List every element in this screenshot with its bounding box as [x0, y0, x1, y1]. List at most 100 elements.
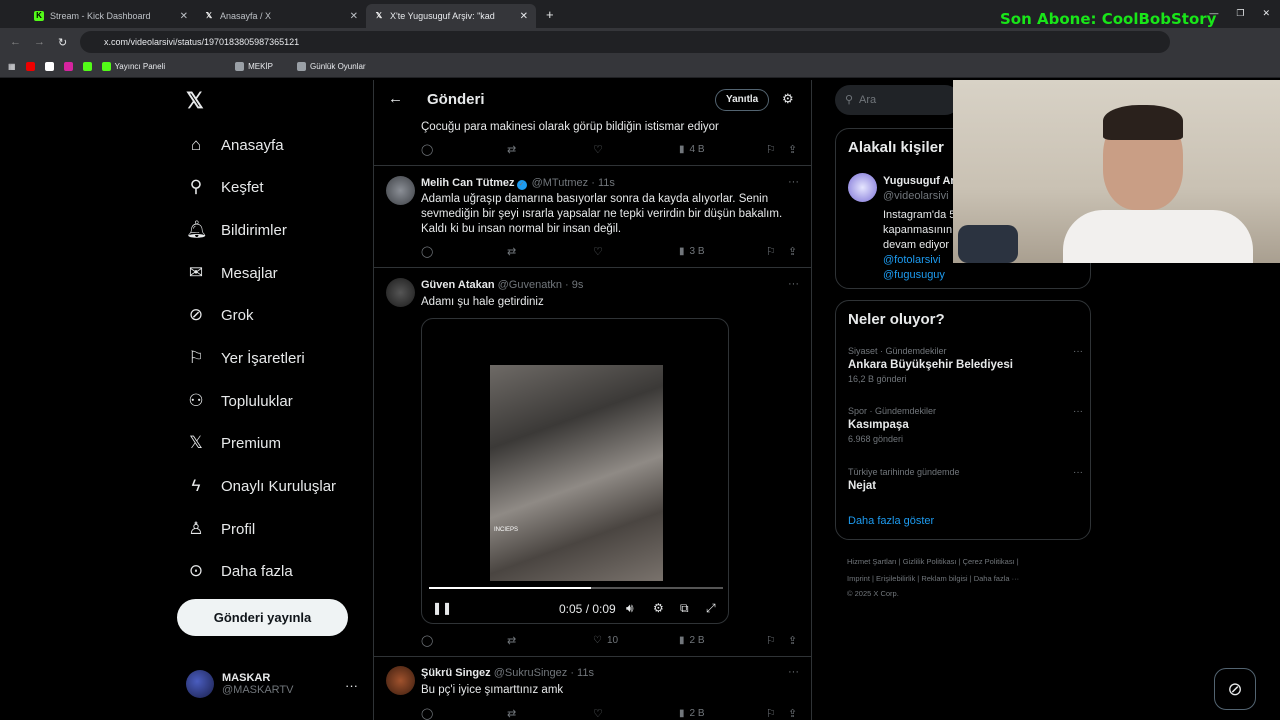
- views-stat[interactable]: ▮ 3 B: [679, 246, 705, 257]
- more-dots-icon[interactable]: ···: [788, 666, 799, 678]
- bookmark-gunluk-oyunlar[interactable]: Günlük Oyunlar: [297, 62, 366, 71]
- bookmark-instagram[interactable]: [63, 62, 73, 71]
- close-icon[interactable]: ✕: [350, 11, 358, 22]
- retweet-icon[interactable]: ⇄: [507, 143, 516, 156]
- views-stat[interactable]: ▮ 4 B: [679, 144, 705, 155]
- footer-links[interactable]: Imprint | Erişilebilirlik | Reklam bilgi…: [847, 574, 1019, 583]
- close-window-icon[interactable]: ✕: [1262, 8, 1270, 19]
- video-player[interactable]: INCIEPS ❚❚ 0:05 / 0:09 🔊︎ ⚙ ⧉ ⤢: [421, 318, 729, 624]
- bookmark-yayinci-paneli[interactable]: Yayıncı Paneli: [101, 62, 165, 71]
- pip-icon[interactable]: ⧉: [680, 601, 689, 616]
- x-logo-icon[interactable]: 𝕏: [186, 88, 204, 114]
- browser-tab-kick[interactable]: K Stream - Kick Dashboard ✕: [26, 4, 196, 28]
- more-dots-icon[interactable]: ···: [788, 278, 799, 290]
- new-tab-icon[interactable]: +: [546, 7, 554, 22]
- reply-icon[interactable]: ◯: [421, 634, 433, 647]
- browser-tab-x-home[interactable]: 𝕏 Anasayfa / X ✕: [196, 4, 366, 28]
- avatar[interactable]: [386, 278, 415, 307]
- bookmark-icon[interactable]: ⚐: [766, 245, 776, 258]
- nav-item-grok[interactable]: ⊘ Grok: [186, 300, 254, 330]
- nav-label: Bildirimler: [221, 221, 287, 239]
- nav-item-premium[interactable]: 𝕏 Premium: [186, 428, 281, 458]
- avatar[interactable]: [386, 176, 415, 205]
- nav-item-messages[interactable]: ✉ Mesajlar: [186, 258, 278, 288]
- like-stat[interactable]: ♡ 10: [593, 635, 618, 646]
- nav-item-bookmarks[interactable]: ⚐ Yer İşaretleri: [186, 343, 304, 373]
- browser-tab-active[interactable]: 𝕏 X'te Yugusuguf Arşiv: "kad ✕: [366, 4, 536, 28]
- more-dots-icon[interactable]: ···: [1073, 346, 1083, 357]
- bookmark-youtube[interactable]: [25, 62, 35, 71]
- url-field[interactable]: x.com/videolarsivi/status/19701838059873…: [80, 31, 1170, 53]
- bookmark-mekip[interactable]: MEKİP: [235, 62, 273, 71]
- views-stat[interactable]: ▮ 2 B: [679, 708, 705, 719]
- show-more-link[interactable]: Daha fazla göster: [848, 515, 934, 527]
- more-dots-icon[interactable]: ···: [1073, 406, 1083, 417]
- like-icon[interactable]: ♡: [593, 707, 603, 720]
- bio-link[interactable]: @fotolarsivi: [883, 253, 955, 268]
- filter-icon[interactable]: ⚙: [782, 91, 794, 107]
- pause-icon[interactable]: ❚❚: [432, 601, 452, 615]
- nav-item-notifications[interactable]: 🔔︎ Bildirimler: [186, 215, 287, 245]
- author-name[interactable]: Güven Atakan: [421, 279, 495, 291]
- share-icon[interactable]: ⇪: [788, 143, 797, 156]
- trend-item[interactable]: Spor · Gündemdekiler Kasımpaşa 6.968 gön…: [848, 406, 1083, 444]
- related-name[interactable]: Yugusuguf Ar: [883, 175, 955, 187]
- reply-icon[interactable]: ◯: [421, 245, 433, 258]
- share-icon[interactable]: ⇪: [788, 634, 797, 647]
- bookmark-kick[interactable]: [82, 62, 92, 71]
- footer-links[interactable]: Hizmet Şartları | Gizlilik Politikası | …: [847, 557, 1019, 566]
- maximize-icon[interactable]: ❐: [1236, 8, 1244, 19]
- post-button[interactable]: Gönderi yayınla: [177, 599, 348, 636]
- retweet-icon[interactable]: ⇄: [507, 245, 516, 258]
- grok-fab-button[interactable]: ⊘: [1214, 668, 1256, 710]
- like-icon[interactable]: ♡: [593, 245, 603, 258]
- trend-item[interactable]: Siyaset · Gündemdekiler Ankara Büyükşehi…: [848, 346, 1083, 384]
- reload-icon[interactable]: ↻: [58, 36, 67, 49]
- tweet[interactable]: Melih Can Tütmez ✓ @MTutmez · 11s ··· Ada…: [374, 166, 811, 268]
- author-name[interactable]: Melih Can Tütmez: [421, 177, 515, 189]
- retweet-icon[interactable]: ⇄: [507, 634, 516, 647]
- bio-link[interactable]: @fugusuguy: [883, 268, 955, 283]
- account-switcher[interactable]: MASKAR @MASKARTV: [186, 670, 293, 698]
- bookmark-icon[interactable]: ⚐: [766, 707, 776, 720]
- avatar[interactable]: [848, 173, 877, 202]
- reply-icon[interactable]: ◯: [421, 707, 433, 720]
- more-dots-icon[interactable]: ···: [345, 678, 358, 693]
- share-icon[interactable]: ⇪: [788, 245, 797, 258]
- more-dots-icon[interactable]: ···: [1073, 467, 1083, 478]
- tweet[interactable]: Güven Atakan @Guvenatkn · 9s ··· Adamı ş…: [374, 268, 811, 657]
- volume-icon[interactable]: 🔊︎: [626, 601, 634, 616]
- back-nav-icon[interactable]: ←: [10, 36, 21, 48]
- search-input[interactable]: ⚲ Ara: [835, 85, 960, 115]
- close-icon[interactable]: ✕: [520, 11, 528, 22]
- video-progress-bar[interactable]: [429, 587, 723, 589]
- forward-nav-icon[interactable]: →: [34, 36, 45, 48]
- author-name[interactable]: Şükrü Singez: [421, 667, 491, 679]
- views-stat[interactable]: ▮ 2 B: [679, 635, 705, 646]
- tweet[interactable]: Şükrü Singez @SukruSingez · 11s ··· Bu p…: [374, 657, 811, 720]
- back-arrow-icon[interactable]: ←: [388, 90, 403, 107]
- nav-item-communities[interactable]: ⚇ Topluluklar: [186, 386, 292, 416]
- nav-item-verified-orgs[interactable]: ϟ Onaylı Kuruluşlar: [186, 471, 337, 501]
- more-dots-icon[interactable]: ···: [788, 176, 799, 188]
- avatar[interactable]: [386, 666, 415, 695]
- reply-button[interactable]: Yanıtla: [715, 89, 770, 111]
- minimize-icon[interactable]: —: [1209, 8, 1218, 19]
- video-frame[interactable]: [490, 365, 663, 581]
- fullscreen-icon[interactable]: ⤢: [706, 601, 716, 616]
- close-icon[interactable]: ✕: [180, 11, 188, 22]
- nav-item-home[interactable]: ⌂ Anasayfa: [186, 130, 284, 160]
- nav-item-profile[interactable]: ♙ Profil: [186, 514, 255, 544]
- nav-item-more[interactable]: ⊙ Daha fazla: [186, 556, 293, 586]
- settings-icon[interactable]: ⚙: [653, 601, 664, 615]
- retweet-icon[interactable]: ⇄: [507, 707, 516, 720]
- share-icon[interactable]: ⇪: [788, 707, 797, 720]
- bookmark-icon[interactable]: ⚐: [766, 634, 776, 647]
- nav-item-explore[interactable]: ⚲ Keşfet: [186, 172, 264, 202]
- like-icon[interactable]: ♡: [593, 143, 603, 156]
- trend-item[interactable]: Türkiye tarihinde gündemde Nejat ···: [848, 467, 1083, 492]
- bookmark-x[interactable]: [44, 62, 54, 71]
- reply-icon[interactable]: ◯: [421, 143, 433, 156]
- bookmark-icon[interactable]: ⚐: [766, 143, 776, 156]
- apps-icon[interactable]: ▦: [8, 62, 16, 71]
